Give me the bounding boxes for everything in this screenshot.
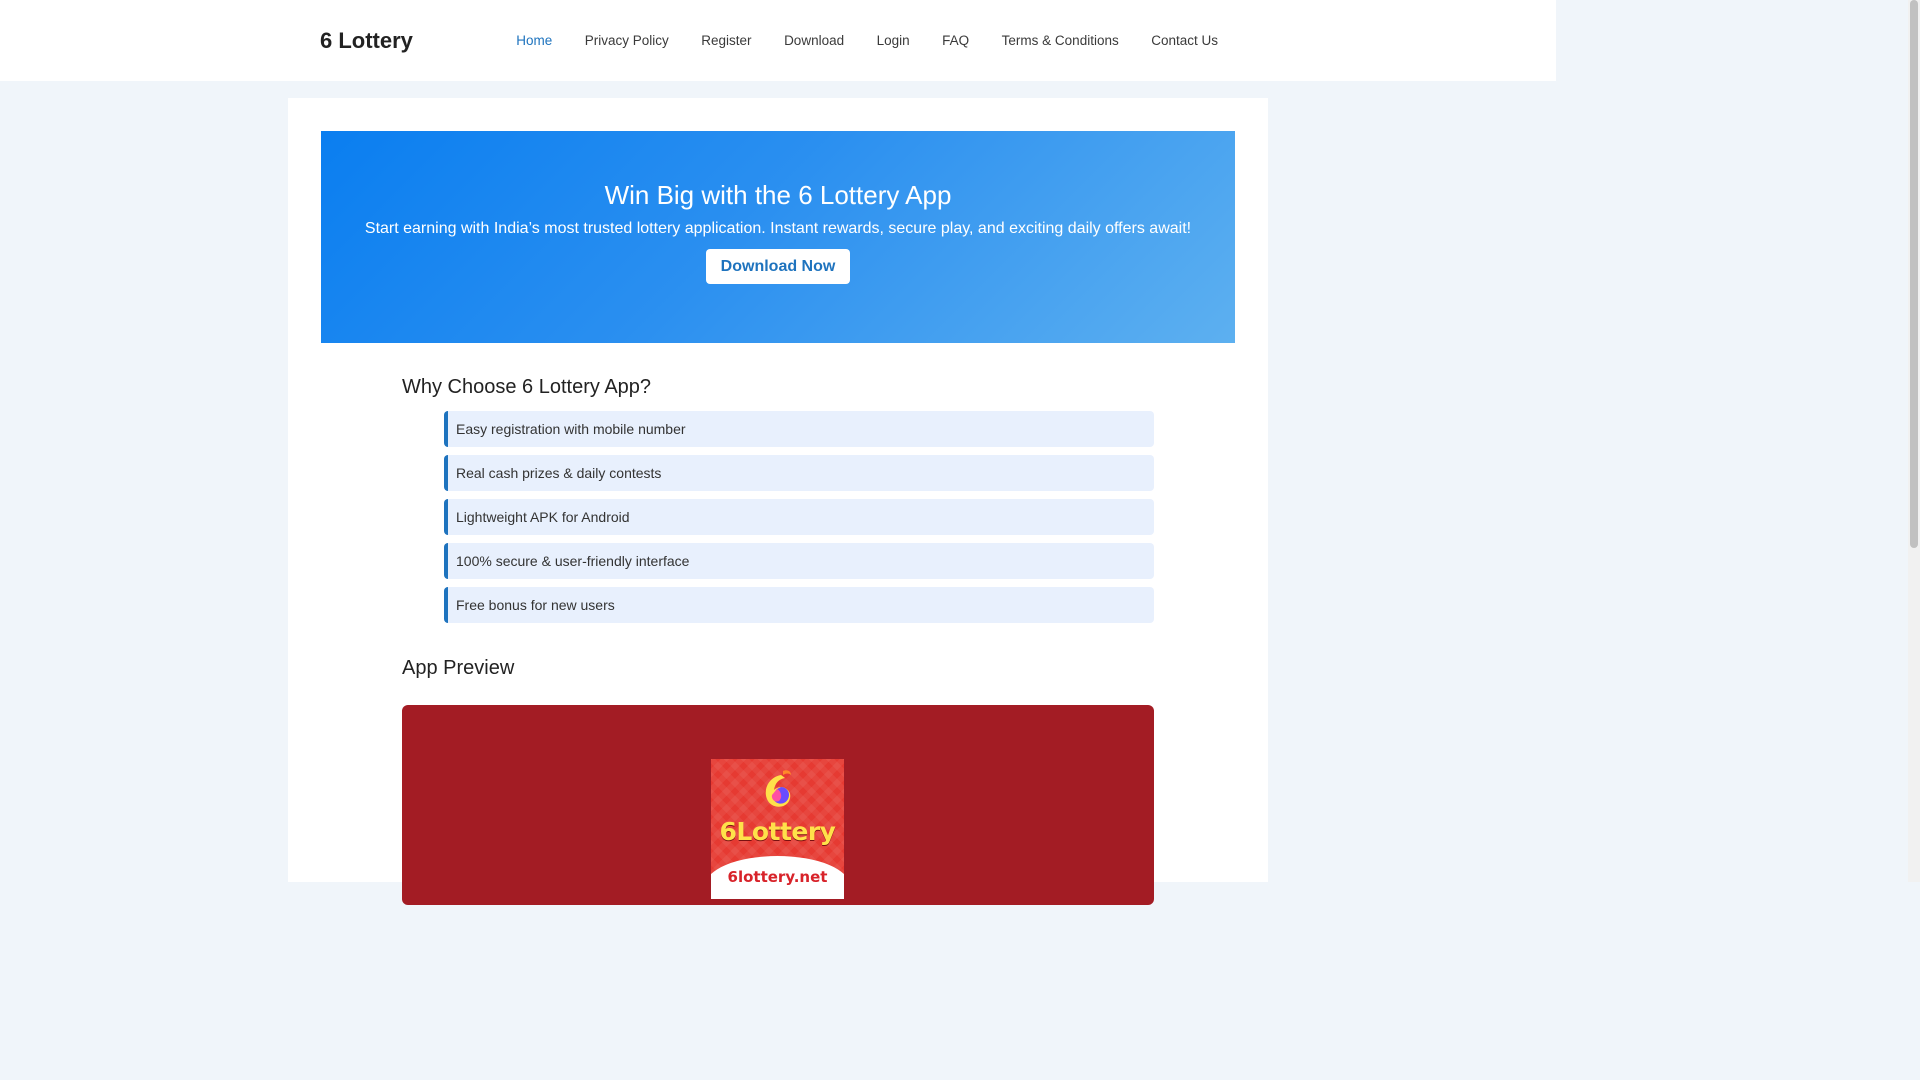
feature-item: 100% secure & user-friendly interface: [444, 543, 1154, 579]
app-preview-panel: 6Lottery 6lottery.net: [402, 705, 1154, 905]
nav-contact-us[interactable]: Contact Us: [1151, 32, 1218, 49]
main-content: Win Big with the 6 Lottery App Start ear…: [288, 98, 1268, 905]
app-preview-title: App Preview: [402, 657, 515, 679]
page-scrollbar[interactable]: [1908, 0, 1920, 882]
nav-register[interactable]: Register: [701, 32, 751, 49]
nav-terms-conditions[interactable]: Terms & Conditions: [1002, 32, 1119, 49]
app-icon-image: 6Lottery 6lottery.net: [711, 759, 844, 899]
feature-item: Easy registration with mobile number: [444, 411, 1154, 447]
hero-banner: Win Big with the 6 Lottery App Start ear…: [321, 131, 1235, 343]
app-domain-badge: 6lottery.net: [711, 856, 844, 899]
main-nav: Home Privacy Policy Register Download Lo…: [484, 32, 1218, 49]
nav-home[interactable]: Home: [516, 32, 552, 49]
app-logo-icon: [765, 770, 791, 807]
download-now-button[interactable]: Download Now: [706, 249, 850, 284]
nav-privacy-policy[interactable]: Privacy Policy: [585, 32, 669, 49]
hero-subtitle: Start earning with India’s most trusted …: [364, 220, 1192, 237]
nav-login[interactable]: Login: [877, 32, 910, 49]
app-icon-name: 6Lottery: [719, 817, 836, 846]
why-choose-title: Why Choose 6 Lottery App?: [402, 376, 652, 398]
site-header: 6 Lottery Home Privacy Policy Register D…: [0, 0, 1556, 81]
site-logo[interactable]: 6 Lottery: [320, 28, 413, 54]
feature-item: Free bonus for new users: [444, 587, 1154, 623]
nav-download[interactable]: Download: [784, 32, 844, 49]
app-icon-domain: 6lottery.net: [727, 868, 828, 886]
feature-item: Real cash prizes & daily contests: [444, 455, 1154, 491]
scrollbar-thumb[interactable]: [1910, 0, 1918, 548]
hero-title: Win Big with the 6 Lottery App: [604, 180, 952, 210]
features-list: Easy registration with mobile number Rea…: [444, 411, 1154, 631]
feature-item: Lightweight APK for Android: [444, 499, 1154, 535]
nav-faq[interactable]: FAQ: [942, 32, 969, 49]
